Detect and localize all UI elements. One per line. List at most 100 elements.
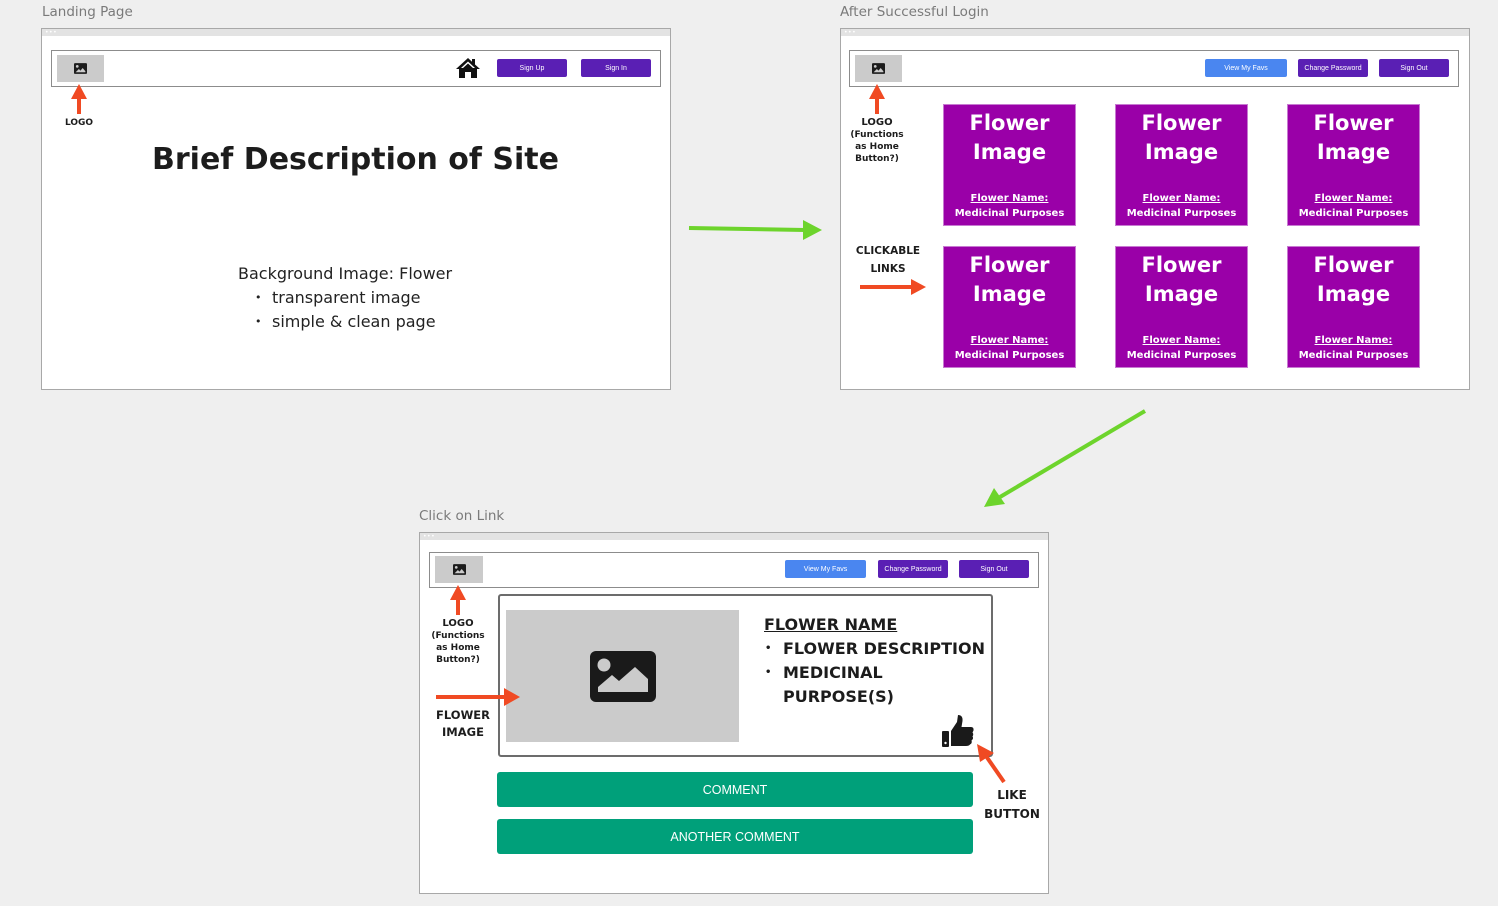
flower-card-title-line: Image	[972, 140, 1047, 164]
flower-card-title: Flower Image	[1288, 251, 1419, 309]
landing-logo[interactable]	[57, 55, 104, 82]
change-password-button[interactable]: Change Password	[878, 560, 948, 578]
flower-card-purpose: Medicinal Purposes	[954, 350, 1065, 361]
annotation-logo-line: as Home	[436, 643, 480, 653]
view-my-favs-button[interactable]: View My Favs	[1205, 59, 1287, 77]
flower-card-purpose: Medicinal Purposes	[1298, 350, 1409, 361]
flower-card-name: Flower Name:	[1142, 193, 1221, 204]
flower-card-title: Flower Image	[1288, 109, 1419, 167]
flower-image-placeholder	[506, 610, 739, 742]
annotation-logo-line: as Home	[855, 142, 899, 152]
flow-arrow-login-to-detail	[984, 409, 1147, 507]
flower-card-purpose: Medicinal Purposes	[1126, 350, 1237, 361]
like-button[interactable]	[941, 714, 975, 748]
flower-card-title: Flower Image	[1116, 109, 1247, 167]
flower-card-title-line: Image	[1144, 282, 1219, 306]
flower-card-purpose: Medicinal Purposes	[1298, 208, 1409, 219]
sign-out-button[interactable]: Sign Out	[959, 560, 1029, 578]
detail-logo[interactable]	[435, 556, 483, 583]
frame-title-click-on-link: Click on Link	[419, 508, 505, 524]
sign-in-button[interactable]: Sign In	[581, 59, 651, 77]
window-dots-icon: •••	[423, 533, 436, 540]
sign-up-button[interactable]: Sign Up	[497, 59, 567, 77]
annotation-flower-image: FLOWER IMAGE	[430, 707, 496, 741]
frame-titlebar: •••	[420, 533, 1048, 540]
annotation-logo-line: Button?)	[855, 154, 899, 164]
landing-navbar	[51, 50, 661, 87]
flower-card-title-line: Image	[1316, 140, 1391, 164]
flower-detail-card: FLOWER NAME FLOWER DESCRIPTION MEDICINAL…	[498, 594, 993, 757]
flower-description: FLOWER DESCRIPTION	[765, 637, 991, 661]
flower-card-name: Flower Name:	[970, 335, 1049, 346]
thumbs-up-icon	[942, 715, 974, 747]
flower-card-title-line: Image	[972, 282, 1047, 306]
image-icon	[872, 63, 885, 74]
flower-card-link[interactable]: Flower Image Flower Name: Medicinal Purpose…	[1287, 104, 1420, 226]
flower-card-title: Flower Image	[944, 251, 1075, 309]
flower-card-link[interactable]: Flower Image Flower Name: Medicinal Purpose…	[1115, 104, 1248, 226]
annotation-like-button: LIKE BUTTON	[980, 786, 1044, 824]
landing-description: Background Image: Flower transparent ima…	[238, 262, 452, 334]
frame-titlebar: •••	[42, 29, 670, 36]
flower-name: FLOWER NAME	[764, 615, 898, 634]
annotation-like-line: LIKE	[997, 788, 1027, 802]
annotation-logo-home: LOGO (Functions as Home Button?)	[848, 117, 906, 165]
image-icon	[589, 650, 656, 702]
background-image-note: Background Image: Flower	[238, 264, 453, 283]
annotation-logo-line: LOGO	[442, 618, 474, 629]
annotation-image-line: FLOWER	[436, 708, 490, 722]
flower-card-name: Flower Name:	[970, 193, 1049, 204]
window-dots-icon: •••	[45, 29, 58, 36]
medicinal-purposes: MEDICINAL PURPOSE(S)	[765, 661, 991, 709]
flower-card-purpose: Medicinal Purposes	[954, 208, 1065, 219]
annotation-image-line: IMAGE	[442, 725, 484, 739]
home-icon[interactable]	[455, 57, 481, 79]
flower-card-title: Flower Image	[1116, 251, 1247, 309]
sign-out-button[interactable]: Sign Out	[1379, 59, 1449, 77]
flower-detail-text: FLOWER NAME FLOWER DESCRIPTION MEDICINAL…	[764, 613, 991, 709]
flower-card-title-line: Flower	[1141, 253, 1222, 277]
another-comment-button[interactable]: ANOTHER COMMENT	[497, 819, 973, 854]
comment-button[interactable]: COMMENT	[497, 772, 973, 807]
annotation-links-line: CLICKABLE	[855, 245, 921, 257]
annotation-like-line: BUTTON	[984, 807, 1040, 821]
flower-card-title-line: Flower	[1313, 253, 1394, 277]
flower-card-title-line: Image	[1144, 140, 1219, 164]
annotation-logo-line: LOGO	[861, 117, 893, 128]
annotation-links-line: LINKS	[870, 263, 906, 275]
flower-card-title-line: Flower	[969, 253, 1050, 277]
view-my-favs-button[interactable]: View My Favs	[785, 560, 866, 578]
change-password-button[interactable]: Change Password	[1298, 59, 1368, 77]
flower-card-link[interactable]: Flower Image Flower Name: Medicinal Purpose…	[943, 104, 1076, 226]
hero-title: Brief Description of Site	[152, 142, 559, 177]
login-logo[interactable]	[855, 55, 902, 82]
annotation-logo: LOGO	[64, 118, 94, 128]
annotation-logo-line: (Functions	[431, 631, 485, 641]
annotation-clickable-links: CLICKABLE LINKS	[848, 242, 928, 278]
flow-arrow-landing-to-login	[688, 220, 822, 240]
frame-title-after-login: After Successful Login	[840, 4, 989, 20]
flower-card-name: Flower Name:	[1314, 335, 1393, 346]
annotation-logo-line: (Functions	[850, 130, 904, 140]
annotation-logo-line: Button?)	[436, 655, 480, 665]
bullet-item: simple & clean page	[255, 310, 452, 334]
flower-card-title-line: Flower	[969, 111, 1050, 135]
flower-card-title-line: Image	[1316, 282, 1391, 306]
annotation-logo-home: LOGO (Functions as Home Button?)	[428, 618, 488, 666]
flower-card-title: Flower Image	[944, 109, 1075, 167]
flower-card-link[interactable]: Flower Image Flower Name: Medicinal Purpose…	[1115, 246, 1248, 368]
flower-card-title-line: Flower	[1313, 111, 1394, 135]
window-dots-icon: •••	[844, 29, 857, 36]
flower-card-link[interactable]: Flower Image Flower Name: Medicinal Purpose…	[943, 246, 1076, 368]
frame-title-landing: Landing Page	[42, 4, 133, 20]
image-icon	[452, 564, 466, 575]
flower-detail-list: FLOWER DESCRIPTION MEDICINAL PURPOSE(S)	[764, 637, 991, 709]
landing-bullet-list: transparent image simple & clean page	[238, 286, 452, 334]
image-icon	[74, 63, 87, 74]
flower-card-name: Flower Name:	[1142, 335, 1221, 346]
flower-card-title-line: Flower	[1141, 111, 1222, 135]
frame-titlebar: •••	[841, 29, 1469, 36]
flower-card-name: Flower Name:	[1314, 193, 1393, 204]
flower-card-link[interactable]: Flower Image Flower Name: Medicinal Purpose…	[1287, 246, 1420, 368]
flower-card-purpose: Medicinal Purposes	[1126, 208, 1237, 219]
